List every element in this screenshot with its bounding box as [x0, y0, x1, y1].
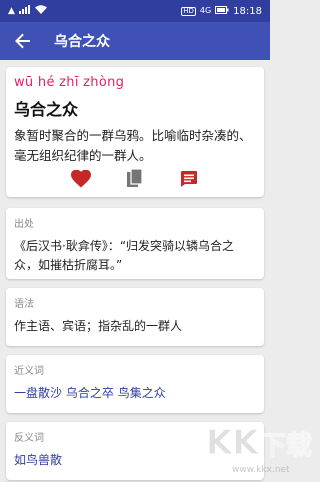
synonym-list: 一盘散沙 乌合之卒 鸟集之众	[14, 384, 256, 403]
app-bar-title: 乌合之众	[54, 34, 110, 50]
action-bar	[6, 168, 264, 190]
back-button[interactable]	[12, 30, 34, 52]
status-bar: ▲ HD 4G 18:18	[0, 0, 270, 22]
app-bar: 乌合之众	[0, 22, 270, 60]
status-time: 18:18	[233, 5, 262, 17]
status-left: ▲	[8, 5, 47, 17]
source-card: 出处 《后汉书·耿弇传》：“归发突骑以辚乌合之众，如摧枯折腐耳。”	[6, 208, 264, 279]
arrow-back-icon	[15, 33, 30, 49]
source-text: 《后汉书·耿弇传》：“归发突骑以辚乌合之众，如摧枯折腐耳。”	[14, 239, 235, 272]
synonym-link[interactable]: 鸟集之众	[118, 386, 166, 400]
pinyin: wū hé zhī zhòng	[14, 75, 125, 90]
signal-icon	[18, 5, 31, 17]
idiom-title: 乌合之众	[14, 100, 79, 119]
watermark-logo: KK 下载 www.kkx.net	[202, 410, 314, 478]
copy-button[interactable]	[123, 168, 147, 190]
wifi-icon	[34, 5, 47, 17]
svg-text:www.kkx.net: www.kkx.net	[232, 465, 290, 475]
source-label: 出处	[14, 219, 34, 230]
notification-icon: ▲	[8, 5, 15, 16]
explanation: 象暂时聚合的一群乌鸦。比喻临时杂凑的、毫无组织纪律的一群人。	[14, 128, 252, 163]
network-type: 4G	[199, 6, 212, 15]
synonym-card: 近义词 一盘散沙 乌合之卒 鸟集之众	[6, 355, 264, 413]
antonym-link[interactable]: 如鸟兽散	[14, 453, 62, 467]
svg-text:下载: 下载	[260, 431, 312, 461]
heart-icon	[71, 170, 91, 188]
usage-text: 作主语、宾语；指杂乱的一群人	[14, 319, 183, 333]
idiom-card: wū hé zhī zhòng 乌合之众 象暂时聚合的一群乌鸦。比喻临时杂凑的、…	[6, 67, 264, 197]
battery-icon	[215, 5, 229, 17]
usage-label: 语法	[14, 299, 34, 310]
comment-button[interactable]	[177, 168, 201, 190]
favorite-button[interactable]	[69, 168, 93, 190]
status-right: HD 4G 18:18	[181, 5, 262, 17]
svg-text:KK: KK	[206, 423, 260, 463]
hd-badge: HD	[181, 6, 196, 16]
copy-icon	[127, 169, 143, 187]
synonym-label: 近义词	[14, 366, 44, 377]
usage-card: 语法 作主语、宾语；指杂乱的一群人	[6, 288, 264, 346]
synonym-link[interactable]: 一盘散沙	[14, 386, 62, 400]
comment-icon	[181, 171, 197, 187]
synonym-link[interactable]: 乌合之卒	[66, 386, 114, 400]
